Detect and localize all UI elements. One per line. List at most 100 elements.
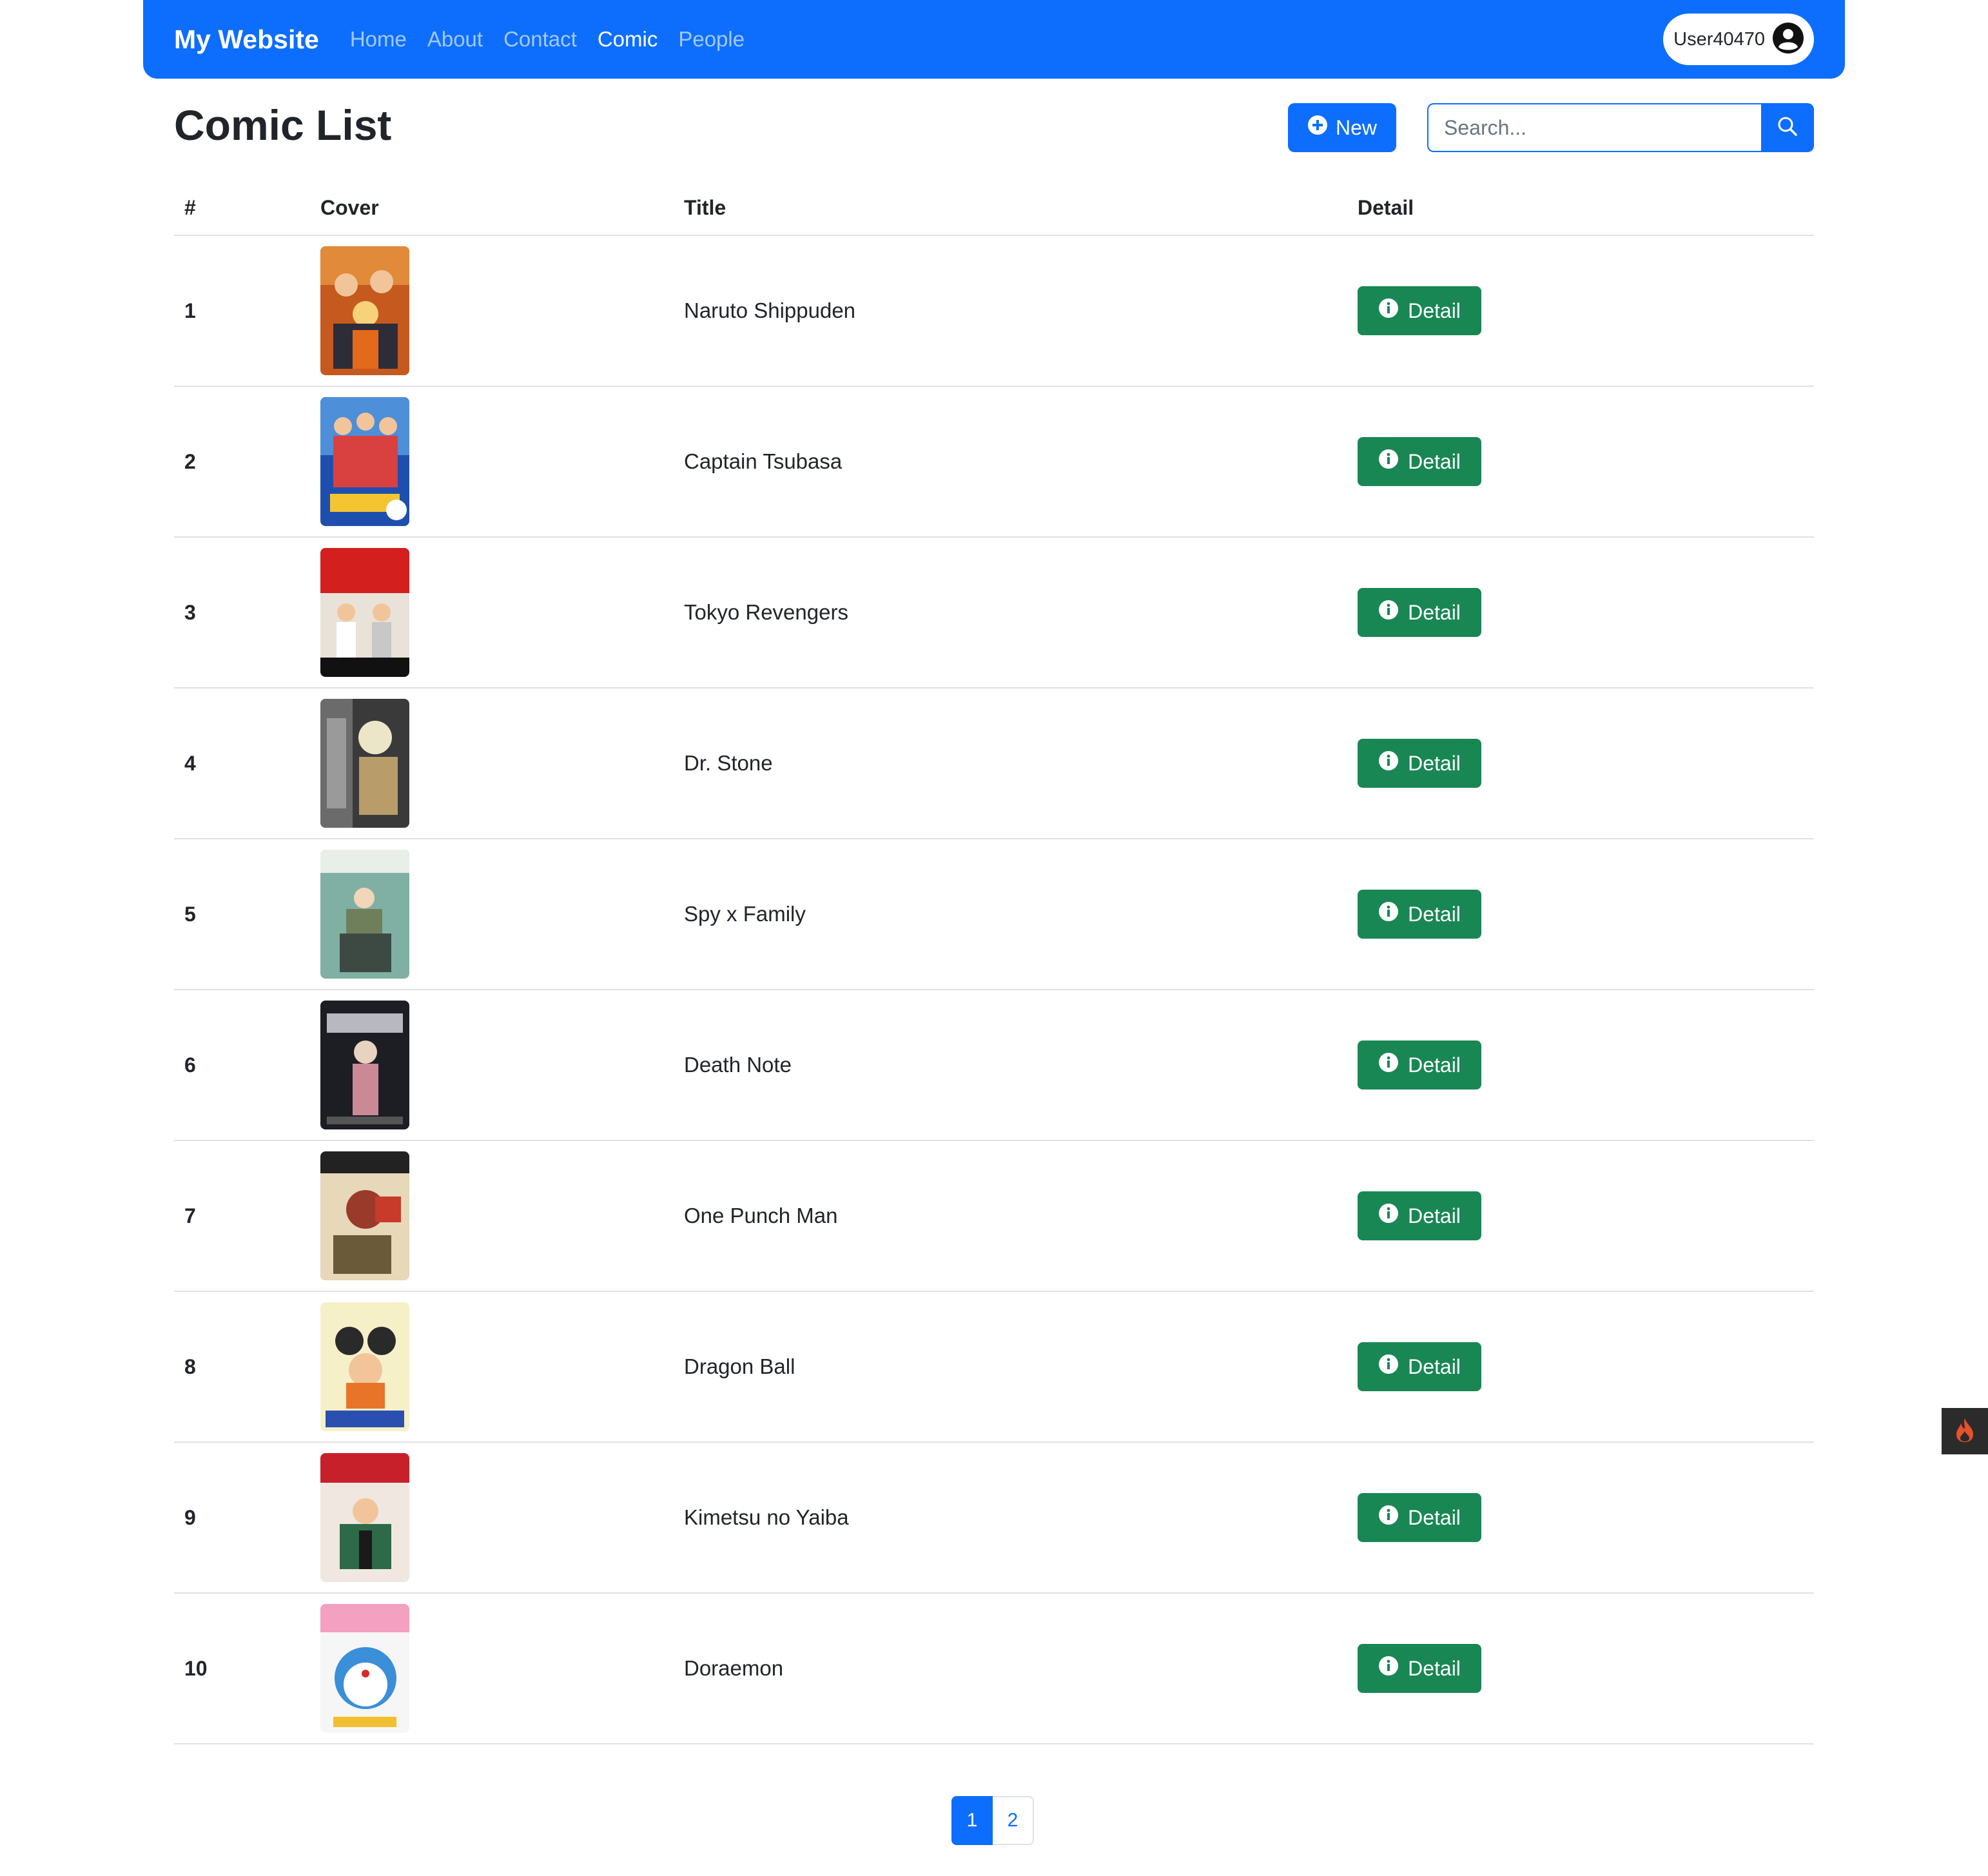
detail-button[interactable]: Detail (1358, 588, 1481, 637)
column-header-cover: Cover (320, 195, 379, 219)
row-number: 9 (184, 1505, 196, 1529)
column-header-number: # (184, 195, 196, 219)
comic-cover-image (320, 1604, 409, 1733)
nav-link-comic[interactable]: Comic (598, 27, 658, 52)
person-circle-icon (1771, 21, 1805, 58)
nav-link-about[interactable]: About (427, 27, 483, 52)
info-circle-icon (1378, 298, 1399, 324)
comic-cover-image (320, 1001, 409, 1129)
info-circle-icon (1378, 901, 1399, 927)
detail-button[interactable]: Detail (1358, 286, 1481, 335)
detail-button[interactable]: Detail (1358, 1493, 1481, 1542)
comic-title: One Punch Man (684, 1204, 838, 1227)
row-number: 7 (184, 1204, 196, 1227)
pagination: 1 2 (951, 1796, 1034, 1845)
nav-link-home[interactable]: Home (350, 27, 407, 52)
new-button-label: New (1335, 115, 1377, 139)
info-circle-icon (1378, 1505, 1399, 1530)
row-number: 2 (184, 449, 196, 473)
table-row: 4 Dr. Stone Detail (174, 689, 1814, 839)
table-row: 2 Captain Tsubasa Detail (174, 387, 1814, 538)
page-1-button[interactable]: 1 (951, 1796, 993, 1845)
brand-logo[interactable]: My Website (174, 24, 319, 55)
table-row: 5 Spy x Family Detail (174, 839, 1814, 990)
table-row: 1 Naruto Shippuden Detail (174, 236, 1814, 387)
info-circle-icon (1378, 1656, 1399, 1681)
comic-title: Spy x Family (684, 902, 806, 926)
row-number: 1 (184, 298, 196, 322)
detail-button-label: Detail (1408, 1204, 1461, 1227)
column-header-title: Title (684, 195, 726, 219)
top-navbar: My Website Home About Contact Comic Peop… (143, 0, 1845, 79)
comic-cover-image (320, 548, 409, 677)
table-row: 6 Death Note Detail (174, 990, 1814, 1141)
row-number: 5 (184, 902, 196, 926)
table-row: 7 One Punch Man Detail (174, 1141, 1814, 1292)
user-menu-button[interactable]: User40470 (1663, 14, 1814, 65)
comic-table: # Cover Title Detail 1 Naruto Shippuden … (174, 181, 1814, 1744)
table-header: # Cover Title Detail (174, 181, 1814, 236)
row-number: 3 (184, 600, 196, 624)
info-circle-icon (1378, 750, 1399, 776)
row-number: 8 (184, 1354, 196, 1378)
row-number: 10 (184, 1656, 208, 1680)
nav-links: Home About Contact Comic People (350, 27, 745, 52)
table-row: 9 Kimetsu no Yaiba Detail (174, 1443, 1814, 1594)
column-header-detail: Detail (1358, 195, 1414, 219)
detail-button-label: Detail (1408, 1053, 1461, 1077)
floating-widget-button[interactable] (1942, 1408, 1988, 1454)
comic-title: Dr. Stone (684, 751, 773, 775)
detail-button-label: Detail (1408, 1505, 1461, 1529)
comic-title: Naruto Shippuden (684, 298, 856, 322)
detail-button[interactable]: Detail (1358, 1041, 1481, 1089)
comic-cover-image (320, 1302, 409, 1431)
table-row: 10 Doraemon Detail (174, 1594, 1814, 1744)
detail-button-label: Detail (1408, 600, 1461, 624)
detail-button-label: Detail (1408, 449, 1461, 473)
comic-cover-image (320, 246, 409, 375)
detail-button-label: Detail (1408, 1656, 1461, 1680)
plus-circle-icon (1307, 115, 1328, 141)
detail-button[interactable]: Detail (1358, 437, 1481, 486)
page-title: Comic List (174, 101, 392, 149)
detail-button-label: Detail (1408, 751, 1461, 775)
search-input[interactable] (1427, 103, 1761, 152)
comic-cover-image (320, 699, 409, 828)
nav-link-contact[interactable]: Contact (503, 27, 577, 52)
detail-button[interactable]: Detail (1358, 1342, 1481, 1391)
table-row: 8 Dragon Ball Detail (174, 1292, 1814, 1443)
page-2-button[interactable]: 2 (993, 1796, 1034, 1845)
info-circle-icon (1378, 1203, 1399, 1229)
comic-title: Doraemon (684, 1656, 784, 1680)
detail-button[interactable]: Detail (1358, 1191, 1481, 1240)
detail-button-label: Detail (1408, 902, 1461, 926)
row-number: 6 (184, 1053, 196, 1077)
comic-cover-image (320, 1453, 409, 1582)
comic-cover-image (320, 1151, 409, 1280)
comic-cover-image (320, 850, 409, 979)
flame-icon (1953, 1417, 1977, 1446)
table-row: 3 Tokyo Revengers Detail (174, 538, 1814, 689)
info-circle-icon (1378, 1052, 1399, 1078)
row-number: 4 (184, 751, 196, 775)
search-button[interactable] (1761, 103, 1814, 152)
comic-cover-image (320, 397, 409, 526)
info-circle-icon (1378, 449, 1399, 474)
detail-button-label: Detail (1408, 298, 1461, 322)
info-circle-icon (1378, 600, 1399, 625)
comic-title: Dragon Ball (684, 1354, 795, 1378)
info-circle-icon (1378, 1354, 1399, 1380)
detail-button[interactable]: Detail (1358, 1644, 1481, 1693)
detail-button[interactable]: Detail (1358, 890, 1481, 939)
user-name: User40470 (1673, 28, 1765, 50)
search-icon (1777, 115, 1798, 141)
detail-button[interactable]: Detail (1358, 739, 1481, 788)
comic-title: Death Note (684, 1053, 792, 1077)
comic-title: Captain Tsubasa (684, 449, 843, 473)
nav-link-people[interactable]: People (678, 27, 745, 52)
comic-title: Kimetsu no Yaiba (684, 1505, 849, 1529)
new-comic-button[interactable]: New (1288, 103, 1396, 152)
comic-title: Tokyo Revengers (684, 600, 848, 624)
detail-button-label: Detail (1408, 1354, 1461, 1378)
search-group (1427, 103, 1814, 152)
